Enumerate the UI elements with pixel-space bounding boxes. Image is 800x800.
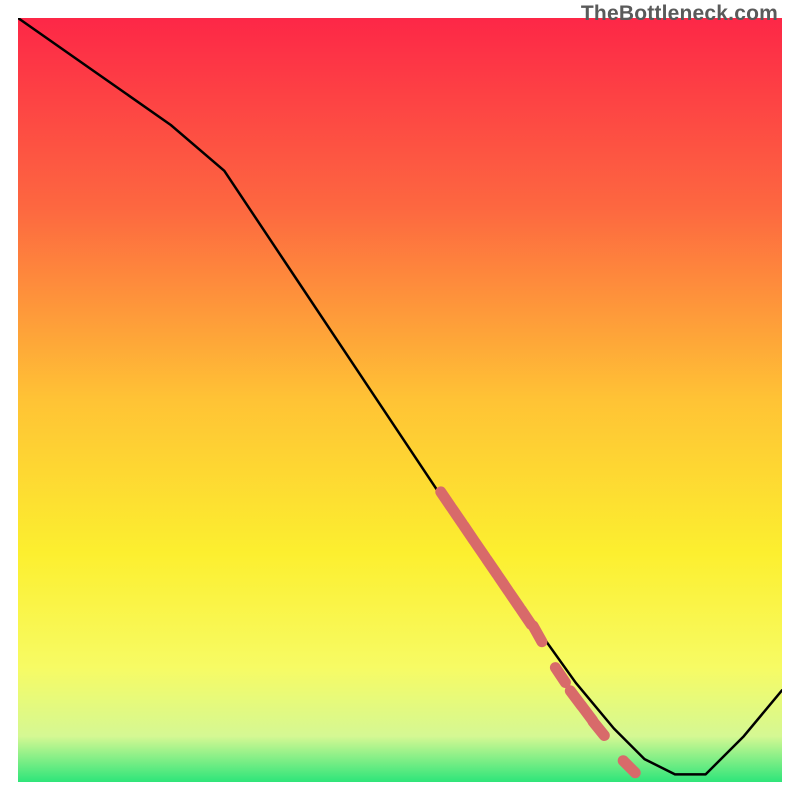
watermark-text: TheBottleneck.com	[581, 2, 778, 26]
highlight-dot	[533, 626, 542, 642]
highlight-dot	[623, 761, 635, 773]
curve-line	[18, 18, 782, 774]
curve-path	[18, 18, 782, 774]
highlight-dot	[593, 722, 604, 736]
chart-root: TheBottleneck.com	[0, 0, 800, 800]
chart-overlay	[18, 18, 782, 782]
plot-area	[18, 18, 782, 782]
highlight-dot	[555, 668, 565, 683]
highlight-dots	[441, 492, 635, 773]
